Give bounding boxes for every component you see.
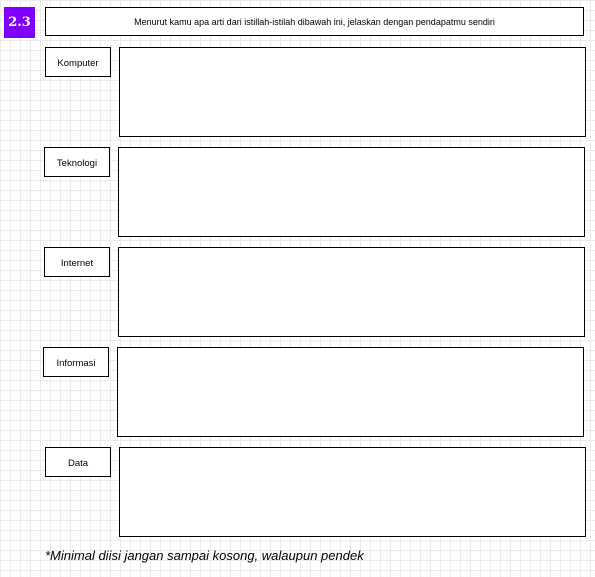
term-label-text: Komputer <box>57 58 99 69</box>
term-label-internet: Internet <box>44 247 110 277</box>
answer-box-komputer[interactable] <box>119 47 586 137</box>
answer-box-teknologi[interactable] <box>118 147 585 237</box>
term-label-text: Informasi <box>56 358 96 369</box>
term-label-text: Internet <box>60 258 94 269</box>
answer-box-informasi[interactable] <box>117 347 584 437</box>
term-label-komputer: Komputer <box>45 47 111 77</box>
answer-box-internet[interactable] <box>118 247 585 337</box>
term-label-text: Teknologi <box>56 158 98 169</box>
term-label-data: Data <box>45 447 111 477</box>
instruction-box: Menurut kamu apa arti dari istillah-isti… <box>45 7 584 36</box>
instruction-text: Menurut kamu apa arti dari istillah-isti… <box>134 16 495 27</box>
footer-note: *Minimal diisi jangan sampai kosong, wal… <box>45 548 364 563</box>
term-label-informasi: Informasi <box>43 347 109 377</box>
answer-box-data[interactable] <box>119 447 586 537</box>
term-label-text: Data <box>67 458 89 469</box>
term-label-teknologi: Teknologi <box>44 147 110 177</box>
question-number-badge: 2.3 <box>4 7 35 38</box>
